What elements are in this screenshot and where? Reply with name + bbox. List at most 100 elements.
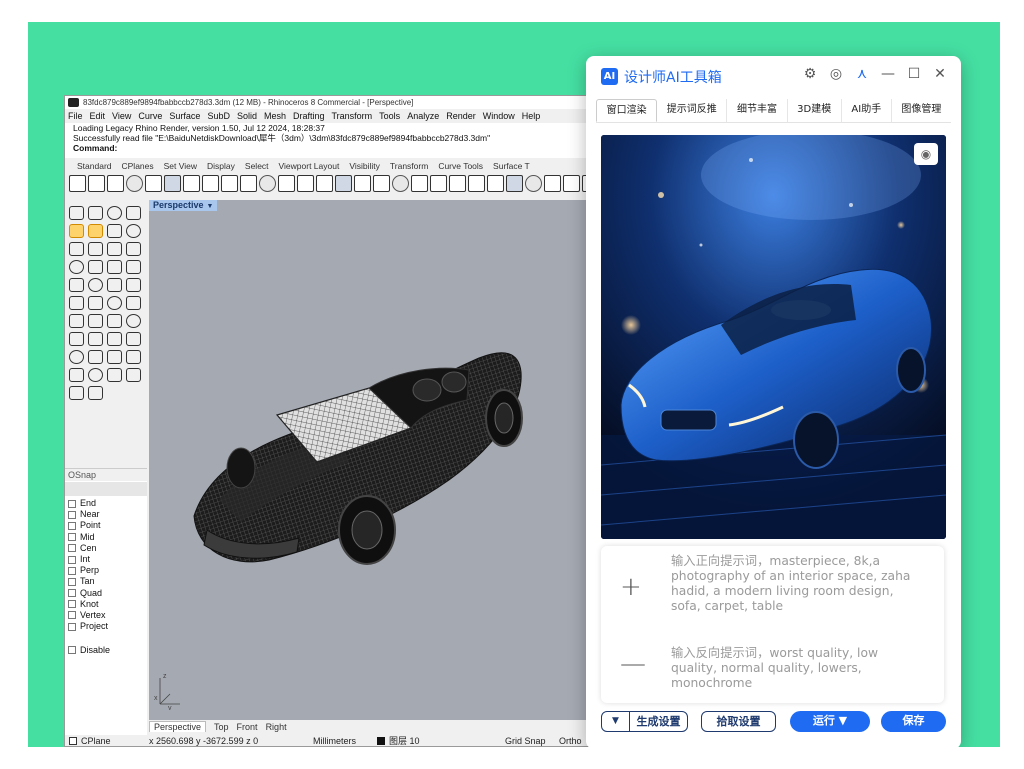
- toolbar-tool-icon[interactable]: [506, 175, 523, 192]
- checkbox[interactable]: [68, 499, 76, 508]
- drawing-tool-icon[interactable]: [126, 368, 141, 382]
- menu-view[interactable]: View: [112, 111, 131, 121]
- viewport-tab-right[interactable]: Right: [266, 722, 287, 732]
- menu-transform[interactable]: Transform: [332, 111, 373, 121]
- drawing-tool-icon[interactable]: [126, 242, 141, 256]
- drawing-tool-icon[interactable]: [107, 278, 122, 292]
- toolbar-tab-standard[interactable]: Standard: [77, 161, 112, 171]
- negative-prompt-input[interactable]: 输入反向提示词，worst quality, low quality, norm…: [671, 646, 924, 691]
- toolbar-tab-visibility[interactable]: Visibility: [349, 161, 380, 171]
- checkbox[interactable]: [68, 521, 76, 530]
- menu-edit[interactable]: Edit: [90, 111, 106, 121]
- osnap-tan[interactable]: Tan: [68, 576, 147, 587]
- toolbar-tool-icon[interactable]: [183, 175, 200, 192]
- dropdown-arrow-icon[interactable]: ▼: [602, 712, 630, 731]
- drawing-tool-icon[interactable]: [69, 260, 84, 274]
- minus-icon[interactable]: —: [620, 649, 646, 679]
- osnap-knot[interactable]: Knot: [68, 599, 147, 610]
- toolbar-tool-icon[interactable]: [335, 175, 352, 192]
- drawing-tool-icon[interactable]: [88, 350, 103, 364]
- toolbar-tool-icon[interactable]: [373, 175, 390, 192]
- generate-settings-dropdown[interactable]: ▼ 生成设置: [601, 711, 688, 732]
- drawing-tool-icon[interactable]: [88, 278, 103, 292]
- drawing-tool-icon[interactable]: [69, 314, 84, 328]
- drawing-tool-icon[interactable]: [69, 206, 84, 220]
- menu-mesh[interactable]: Mesh: [264, 111, 286, 121]
- toolbar-tool-icon[interactable]: [525, 175, 542, 192]
- toolbar-tab-select[interactable]: Select: [245, 161, 269, 171]
- status-cplane[interactable]: CPlane: [69, 735, 111, 746]
- drawing-tool-icon[interactable]: [107, 242, 122, 256]
- toolbar-tool-icon[interactable]: [145, 175, 162, 192]
- menu-render[interactable]: Render: [446, 111, 476, 121]
- osnap-disable[interactable]: Disable: [65, 644, 147, 655]
- drawing-tool-icon[interactable]: [107, 206, 122, 220]
- osnap-tab-strip[interactable]: [65, 482, 147, 496]
- checkbox[interactable]: [68, 577, 76, 586]
- viewport-tab-top[interactable]: Top: [214, 722, 229, 732]
- drawing-tool-icon[interactable]: [69, 242, 84, 256]
- toolbar-tool-icon[interactable]: [544, 175, 561, 192]
- status-ortho[interactable]: Ortho: [559, 735, 582, 746]
- generate-settings-label[interactable]: 生成设置: [630, 712, 687, 731]
- perspective-viewport[interactable]: Perspective ▼ z x y: [149, 200, 604, 720]
- drawing-tool-icon[interactable]: [69, 332, 84, 346]
- drawing-tool-icon[interactable]: [88, 206, 103, 220]
- status-grid-snap[interactable]: Grid Snap: [505, 735, 546, 746]
- toolbar-tool-icon[interactable]: [126, 175, 143, 192]
- drawing-tool-icon[interactable]: [88, 314, 103, 328]
- toolbar-tool-icon[interactable]: [164, 175, 181, 192]
- toolbar-tool-icon[interactable]: [430, 175, 447, 192]
- drawing-tool-icon[interactable]: [126, 260, 141, 274]
- toolbar-tool-icon[interactable]: [316, 175, 333, 192]
- pin-icon[interactable]: ⋏: [855, 66, 869, 82]
- toolbar-tab-transform[interactable]: Transform: [390, 161, 428, 171]
- checkbox[interactable]: [68, 555, 76, 564]
- toolbar-tool-icon[interactable]: [259, 175, 276, 192]
- drawing-tool-icon[interactable]: [88, 368, 103, 382]
- car-wireframe-model[interactable]: [149, 200, 604, 720]
- panel-toggle-icon[interactable]: [69, 737, 77, 745]
- close-icon[interactable]: ✕: [933, 66, 947, 82]
- drawing-tool-icon[interactable]: [107, 332, 122, 346]
- drawing-tool-icon[interactable]: [69, 350, 84, 364]
- minimize-icon[interactable]: —: [881, 66, 895, 82]
- run-button[interactable]: 运行 ▼: [790, 711, 870, 732]
- checkbox[interactable]: [68, 533, 76, 542]
- status-units[interactable]: Millimeters: [313, 735, 356, 746]
- toolbar-tool-icon[interactable]: [278, 175, 295, 192]
- checkbox[interactable]: [68, 622, 76, 631]
- maximize-icon[interactable]: ☐: [907, 66, 921, 82]
- drawing-tool-icon[interactable]: [126, 206, 141, 220]
- checkbox[interactable]: [68, 566, 76, 575]
- drawing-tool-icon[interactable]: [88, 242, 103, 256]
- menu-solid[interactable]: Solid: [237, 111, 257, 121]
- pick-settings-button[interactable]: 拾取设置: [701, 711, 776, 732]
- drawing-tool-icon[interactable]: [69, 224, 84, 238]
- osnap-project[interactable]: Project: [68, 621, 147, 632]
- toolbar-tool-icon[interactable]: [468, 175, 485, 192]
- toolbar-tool-icon[interactable]: [107, 175, 124, 192]
- panel-tab[interactable]: 3D建模: [788, 99, 842, 122]
- toolbar-tool-icon[interactable]: [202, 175, 219, 192]
- target-icon[interactable]: ◎: [829, 66, 843, 82]
- drawing-tool-icon[interactable]: [107, 224, 122, 238]
- osnap-near[interactable]: Near: [68, 509, 147, 520]
- drawing-tool-icon[interactable]: [126, 350, 141, 364]
- toolbar-tool-icon[interactable]: [88, 175, 105, 192]
- drawing-tool-icon[interactable]: [69, 296, 84, 310]
- save-button[interactable]: 保存: [881, 711, 946, 732]
- menu-analyze[interactable]: Analyze: [407, 111, 439, 121]
- panel-tab[interactable]: 窗口渲染: [596, 99, 658, 122]
- toolbar-tool-icon[interactable]: [411, 175, 428, 192]
- panel-tab[interactable]: 细节丰富: [727, 99, 788, 122]
- checkbox[interactable]: [68, 510, 76, 519]
- checkbox[interactable]: [68, 589, 76, 598]
- osnap-mid[interactable]: Mid: [68, 532, 147, 543]
- menu-curve[interactable]: Curve: [138, 111, 162, 121]
- osnap-end[interactable]: End: [68, 498, 147, 509]
- toolbar-tool-icon[interactable]: [449, 175, 466, 192]
- positive-prompt-input[interactable]: 输入正向提示词，masterpiece, 8k,a photography of…: [671, 554, 924, 614]
- plus-icon[interactable]: +: [620, 572, 642, 602]
- toolbar-tab-curve-tools[interactable]: Curve Tools: [438, 161, 483, 171]
